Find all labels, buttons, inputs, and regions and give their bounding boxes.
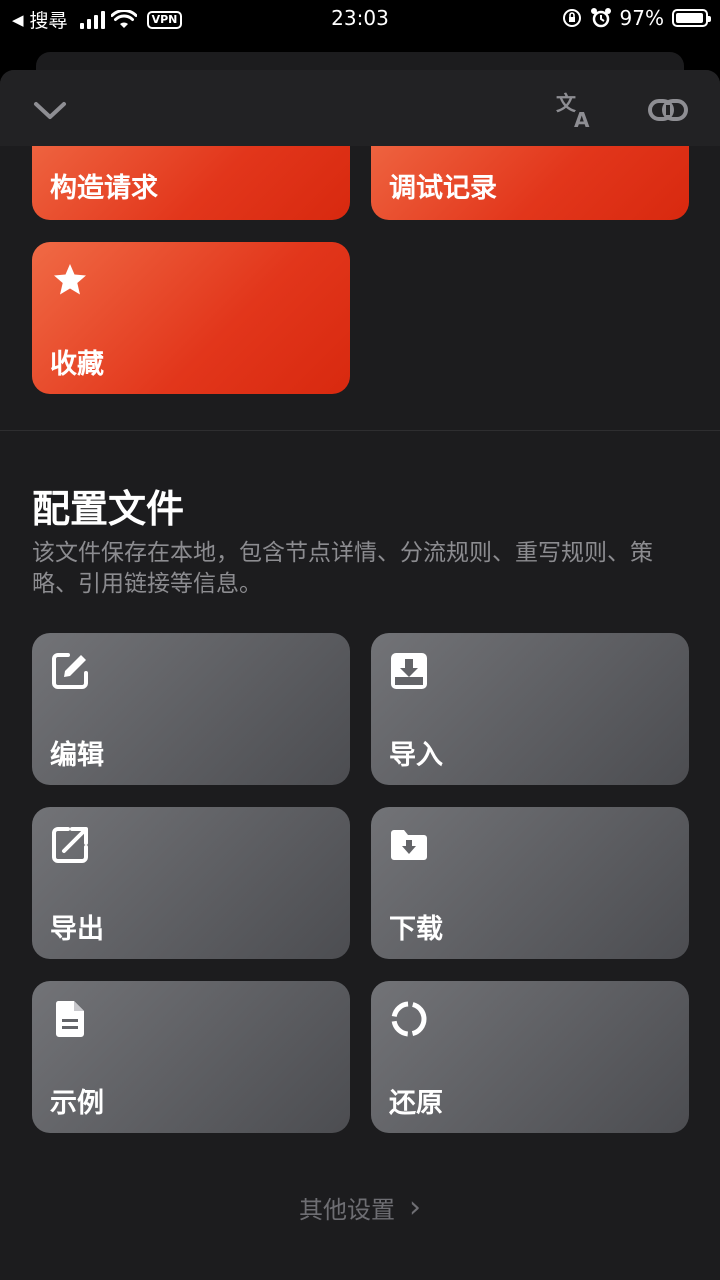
document-icon (55, 1001, 84, 1037)
import-icon (391, 653, 427, 689)
edit-label: 编辑 (50, 740, 104, 771)
export-icon (52, 827, 88, 863)
download-card[interactable]: 下载 (371, 807, 689, 959)
restore-card[interactable]: 还原 (371, 981, 689, 1133)
chevron-right-icon: › (409, 1190, 421, 1225)
download-label: 下载 (389, 914, 443, 945)
favorites-card[interactable]: 收藏 (32, 242, 350, 394)
star-icon (54, 264, 86, 295)
folder-download-icon (391, 830, 427, 860)
sample-label: 示例 (50, 1088, 104, 1119)
import-card[interactable]: 导入 (371, 633, 689, 785)
battery-percent: 97% (619, 6, 664, 30)
debug-log-label: 调试记录 (389, 173, 497, 204)
profile-section-title: 配置文件 (32, 487, 185, 531)
status-bar: ◀ 搜尋 VPN 23:03 97% (0, 0, 720, 38)
build-request-label: 构造请求 (50, 173, 158, 204)
edit-icon (52, 653, 88, 689)
section-divider (0, 430, 720, 431)
orientation-lock-icon (562, 9, 581, 27)
other-settings-link[interactable]: 其他设置 › (0, 1190, 720, 1225)
link-icon[interactable] (648, 90, 688, 130)
profile-section-description: 该文件保存在本地，包含节点详情、分流规则、重写规则、策略、引用链接等信息。 (32, 540, 653, 597)
sheet-header: 文 A (0, 70, 720, 146)
chevron-down-icon[interactable] (30, 90, 70, 130)
bottom-sheet: 文 A 构造请求 调试记录 收藏 配置文件 该文件保存在本地，包含节点详情、分流… (0, 70, 720, 1280)
export-card[interactable]: 导出 (32, 807, 350, 959)
sample-card[interactable]: 示例 (32, 981, 350, 1133)
battery-icon (672, 9, 711, 27)
restore-label: 还原 (389, 1088, 443, 1119)
export-label: 导出 (50, 914, 104, 945)
status-right: 97% (562, 6, 711, 30)
translate-icon[interactable]: 文 A (554, 90, 594, 130)
alarm-icon (590, 8, 611, 28)
other-settings-label: 其他设置 (299, 1196, 395, 1224)
favorites-label: 收藏 (50, 349, 104, 380)
svg-text:A: A (574, 108, 590, 130)
edit-card[interactable]: 编辑 (32, 633, 350, 785)
import-label: 导入 (389, 740, 443, 771)
restore-icon (391, 1001, 427, 1037)
